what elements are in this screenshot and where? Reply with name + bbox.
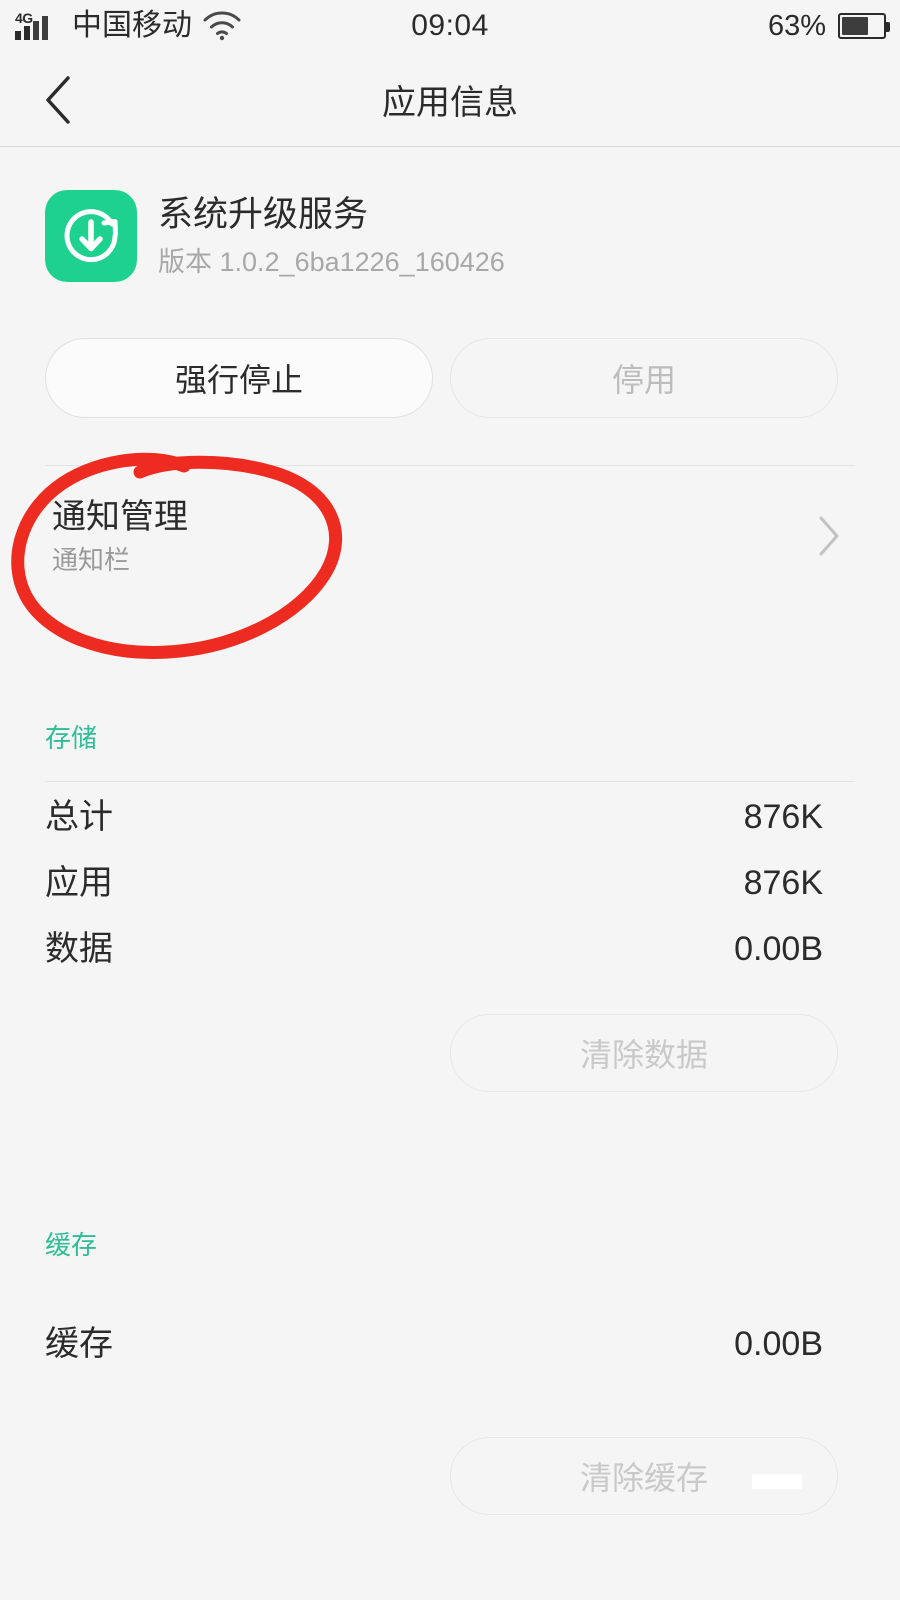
page-title: 应用信息	[382, 83, 518, 122]
notification-row-title: 通知管理	[52, 498, 188, 536]
storage-row-total-value: 876K	[743, 798, 823, 836]
storage-row-app-value: 876K	[743, 864, 823, 902]
chevron-right-icon	[816, 514, 842, 558]
status-bar-right: 63%	[767, 0, 890, 52]
cache-row-value: 0.00B	[734, 1325, 823, 1363]
storage-row-data-label: 数据	[45, 930, 113, 968]
storage-row-app-label: 应用	[45, 864, 113, 902]
occlusion-patch	[752, 1474, 802, 1489]
app-icon	[45, 190, 137, 282]
storage-section-title: 存储	[45, 723, 98, 753]
nav-bar: 应用信息	[0, 52, 900, 147]
clock-label: 09:04	[411, 9, 489, 42]
cache-row-label: 缓存	[45, 1325, 113, 1363]
storage-row-total: 总计 876K	[45, 795, 855, 861]
battery-icon	[838, 13, 890, 39]
signal-bars	[15, 16, 67, 40]
app-version: 版本 1.0.2_6ba1226_160426	[158, 247, 505, 277]
force-stop-button[interactable]: 强行停止	[45, 338, 433, 418]
cache-section-title: 缓存	[45, 1230, 98, 1260]
storage-row-total-label: 总计	[45, 798, 113, 836]
storage-row-data-value: 0.00B	[734, 930, 823, 968]
app-info-screen: 4G 中国移动 09:04 63% 应用信息 系统升级服务 版本 1.0.2_6…	[0, 0, 900, 1600]
cellular-signal-icon: 4G	[14, 9, 68, 43]
notification-row-subtitle: 通知栏	[52, 545, 131, 575]
app-name: 系统升级服务	[158, 195, 369, 234]
status-bar-left: 4G 中国移动	[14, 0, 242, 52]
disable-button[interactable]: 停用	[450, 338, 838, 418]
cache-row: 缓存 0.00B	[45, 1322, 855, 1388]
divider-below-storage-title	[45, 781, 855, 782]
storage-row-data: 数据 0.00B	[45, 927, 855, 993]
clear-data-button[interactable]: 清除数据	[450, 1014, 838, 1092]
battery-percent-label: 63%	[767, 9, 826, 42]
storage-row-app: 应用 876K	[45, 861, 855, 927]
carrier-label: 中国移动	[72, 9, 192, 42]
divider-above-notification	[45, 465, 855, 466]
status-bar: 4G 中国移动 09:04 63%	[0, 0, 900, 52]
system-update-service-icon	[45, 190, 137, 282]
notification-management-row[interactable]: 通知管理 通知栏	[0, 490, 900, 600]
wifi-icon	[202, 11, 242, 41]
